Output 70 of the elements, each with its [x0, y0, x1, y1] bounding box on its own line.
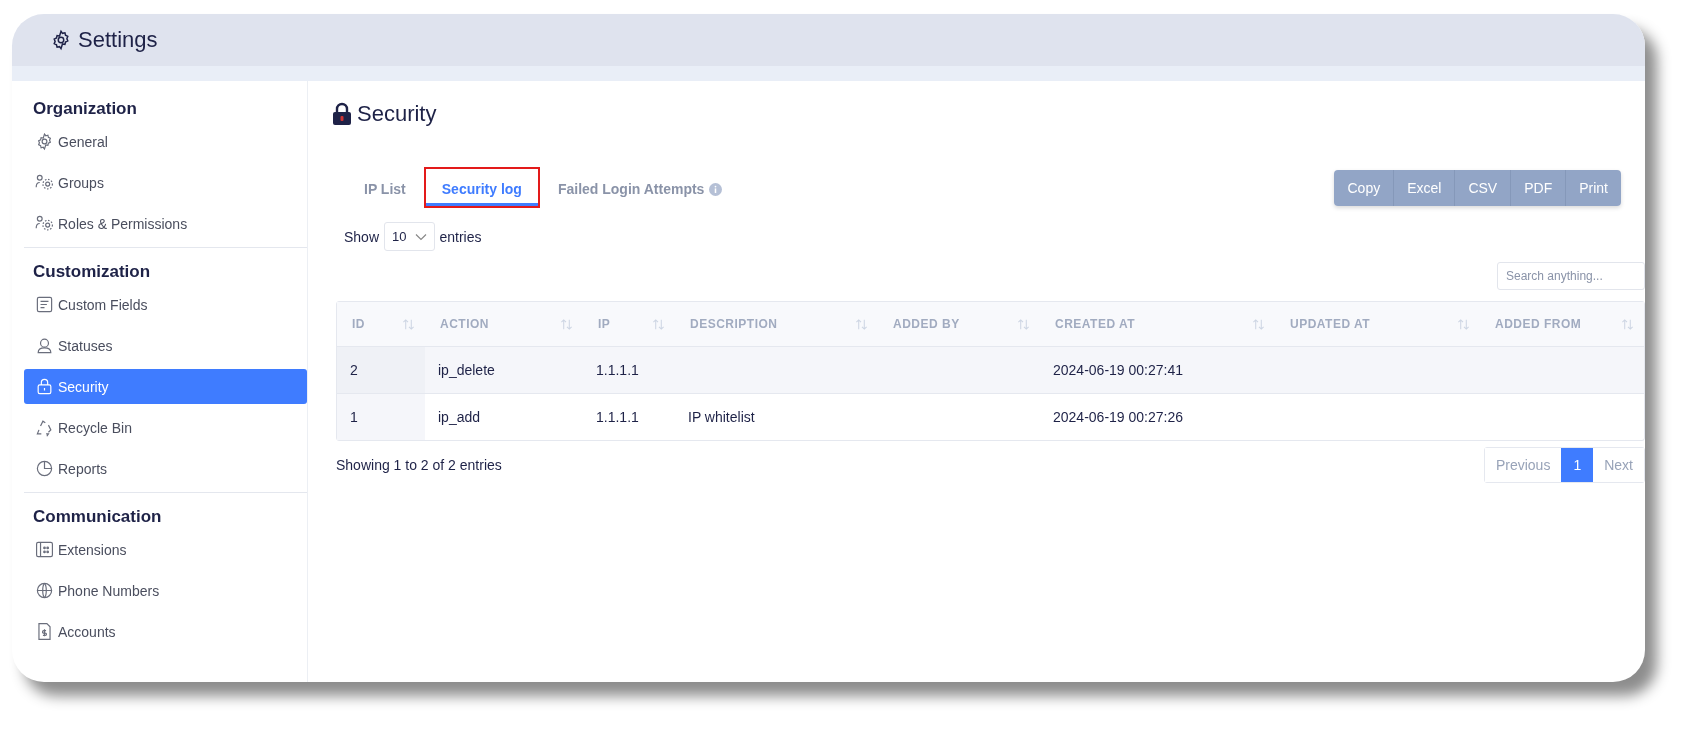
export-button[interactable]: Print [1565, 169, 1621, 206]
table-cell: 2024-06-19 00:27:41 [1053, 362, 1183, 378]
sort-icon [560, 317, 573, 331]
sort-icon [1252, 317, 1265, 331]
form-icon [35, 295, 54, 314]
recycle-icon [35, 418, 54, 437]
sidebar-item[interactable]: Security [24, 369, 307, 404]
sidebar-item[interactable]: Groups [24, 165, 307, 200]
column-header[interactable]: DESCRIPTION [675, 302, 878, 346]
column-header[interactable]: ADDED FROM [1480, 302, 1644, 346]
show-label: Show [344, 228, 380, 245]
table-cell: ip_delete [438, 362, 495, 378]
desk-phone-icon [35, 540, 54, 559]
export-button[interactable]: CSV [1454, 169, 1511, 206]
gear-icon [35, 132, 54, 151]
table-cell: ip_add [438, 409, 481, 425]
column-header[interactable]: CREATED AT [1040, 302, 1275, 346]
table-cell: IP whitelist [688, 409, 755, 425]
sidebar-item[interactable]: Statuses [24, 328, 307, 363]
globe-icon [35, 581, 54, 600]
page-button[interactable]: 1 [1561, 448, 1594, 482]
column-header[interactable]: ID [337, 302, 425, 346]
column-header[interactable]: UPDATED AT [1275, 302, 1480, 346]
entries-label: entries [439, 228, 482, 245]
gear-icon [50, 29, 72, 51]
sort-icon [855, 317, 868, 331]
chevron-down-icon [414, 232, 427, 241]
column-header[interactable]: ADDED BY [878, 302, 1040, 346]
column-header[interactable]: ACTION [425, 302, 583, 346]
sort-icon [1621, 317, 1634, 331]
entries-dropdown[interactable]: 10 [384, 222, 435, 251]
page-title: Security [357, 101, 437, 127]
pie-chart-icon [35, 459, 54, 478]
sort-icon [1017, 317, 1030, 331]
table-cell: 1 [350, 409, 358, 425]
users-gear-icon [35, 173, 54, 192]
sidebar-item[interactable]: Accounts [24, 614, 307, 649]
sidebar-item[interactable]: General [24, 124, 307, 159]
table-cell: 1.1.1.1 [596, 409, 639, 425]
sidebar-item[interactable]: Extensions [24, 532, 307, 567]
sidebar-item[interactable]: Recycle Bin [24, 410, 307, 445]
column-header[interactable]: IP [583, 302, 675, 346]
section-heading: Customization [32, 261, 152, 283]
lock-icon [332, 102, 352, 126]
tab[interactable]: Security log [423, 167, 540, 208]
section-heading: Organization [32, 98, 138, 120]
search-field[interactable]: Search anything... [1497, 262, 1645, 290]
table-cell: 2024-06-19 00:27:26 [1053, 409, 1183, 425]
table-cell: 1.1.1.1 [596, 362, 639, 378]
sort-icon [402, 317, 415, 331]
sidebar-item[interactable]: Custom Fields [24, 287, 307, 322]
export-button[interactable]: Copy [1334, 169, 1394, 206]
invoice-icon [35, 622, 54, 641]
sort-icon [1457, 317, 1470, 331]
section-heading: Communication [32, 506, 163, 528]
tab[interactable]: Failed Login Attempts [539, 167, 741, 208]
sort-icon [652, 317, 665, 331]
table-cell: 2 [350, 362, 358, 378]
person-icon [35, 336, 54, 355]
sidebar-item[interactable]: Phone Numbers [24, 573, 307, 608]
tab[interactable]: IP List [346, 167, 424, 208]
lock-icon [35, 377, 54, 396]
settings-title: Settings [78, 27, 158, 53]
export-button[interactable]: Excel [1393, 169, 1455, 206]
sidebar-item[interactable]: Roles & Permissions [24, 206, 307, 241]
entries-info: Showing 1 to 2 of 2 entries [336, 457, 502, 473]
users-gear-icon [35, 214, 54, 233]
export-button[interactable]: PDF [1510, 169, 1566, 206]
info-icon [709, 182, 723, 196]
sidebar-item[interactable]: Reports [24, 451, 307, 486]
